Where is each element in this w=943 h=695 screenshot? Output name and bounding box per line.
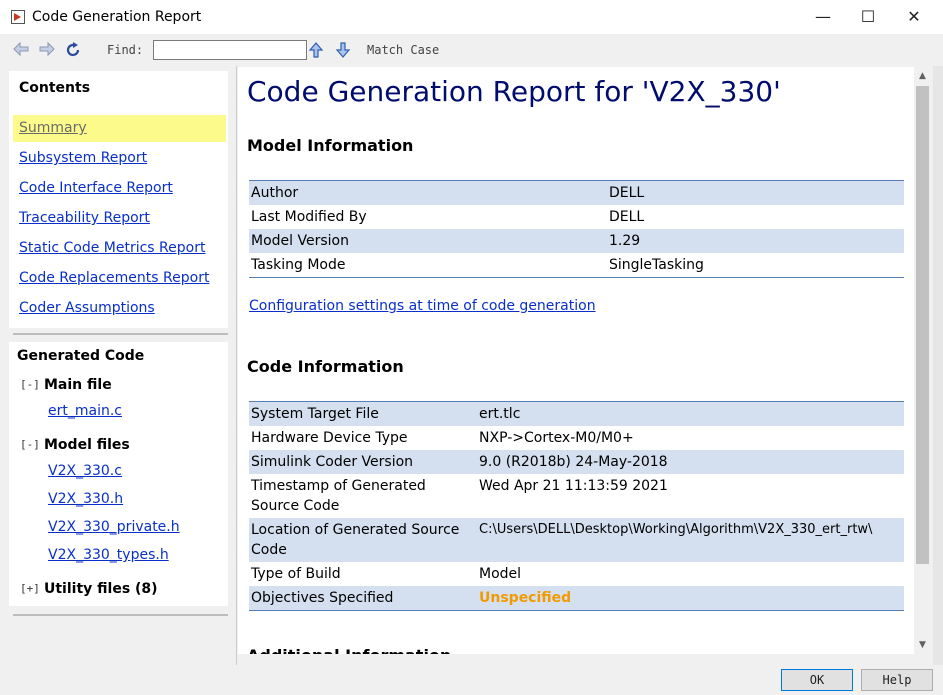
file-link[interactable]: V2X_330.h	[48, 491, 123, 507]
divider	[13, 333, 228, 335]
report-title: Code Generation Report for 'V2X_330'	[247, 75, 781, 108]
file-link[interactable]: V2X_330.c	[48, 463, 122, 479]
code-information-table: System Target File ert.tlc Hardware Devi…	[249, 401, 904, 611]
additional-information-heading: Additional Information	[247, 648, 451, 654]
scrollbar-thumb[interactable]	[916, 86, 929, 564]
table-cell: 1.29	[607, 229, 904, 253]
model-files-toggle[interactable]: [-]	[20, 438, 40, 451]
table-cell: 9.0 (R2018b) 24-May-2018	[477, 450, 904, 474]
generated-code-heading: Generated Code	[17, 348, 145, 364]
table-cell: Wed Apr 21 11:13:59 2021	[479, 478, 668, 494]
table-cell: Model	[479, 566, 522, 582]
table-row: Tasking Mode SingleTasking	[249, 253, 904, 278]
contents-heading: Contents	[19, 80, 91, 96]
table-cell: System Target File	[249, 401, 477, 426]
scroll-down-icon[interactable]: ▼	[914, 637, 931, 654]
table-cell: Author	[249, 180, 607, 205]
back-icon[interactable]	[11, 41, 31, 59]
table-cell: DELL	[609, 209, 645, 225]
table-row: Objectives Specified Unspecified	[249, 586, 904, 611]
help-button[interactable]: Help	[861, 669, 933, 691]
app-icon	[11, 10, 25, 24]
table-cell: NXP->Cortex-M0/M0+	[479, 430, 634, 446]
nav-summary[interactable]: Summary	[19, 120, 87, 136]
utility-files-toggle[interactable]: [+]	[20, 582, 40, 595]
table-cell: DELL	[607, 180, 904, 205]
match-case-toggle[interactable]: Match Case	[367, 43, 439, 57]
file-link[interactable]: V2X_330_types.h	[48, 547, 169, 563]
table-row: Hardware Device Type NXP->Cortex-M0/M0+	[249, 426, 904, 450]
title-bar: Code Generation Report — ☐ ✕	[0, 0, 943, 34]
objectives-status: Unspecified	[477, 586, 904, 611]
table-cell: Location of Generated Source Code	[249, 518, 477, 562]
table-cell: C:\Users\DELL\Desktop\Working\Algorithm\…	[477, 518, 904, 562]
utility-files-group: Utility files (8)	[44, 581, 158, 597]
forward-icon[interactable]	[37, 41, 57, 59]
main-file-toggle[interactable]: [-]	[20, 378, 40, 391]
file-link[interactable]: ert_main.c	[48, 403, 122, 419]
find-previous-icon[interactable]	[306, 41, 326, 59]
find-next-icon[interactable]	[333, 41, 353, 59]
main-file-group: Main file	[44, 377, 112, 393]
configuration-settings-link[interactable]: Configuration settings at time of code g…	[249, 298, 596, 314]
table-cell: Tasking Mode	[251, 257, 346, 273]
divider	[13, 614, 228, 616]
nav-coder-assumptions[interactable]: Coder Assumptions	[19, 300, 155, 316]
refresh-icon[interactable]	[63, 41, 83, 59]
close-button[interactable]: ✕	[891, 0, 937, 34]
model-files-group: Model files	[44, 437, 130, 453]
table-cell: Hardware Device Type	[251, 430, 408, 446]
window-edge	[933, 66, 943, 666]
nav-code-interface-report[interactable]: Code Interface Report	[19, 180, 173, 196]
model-information-heading: Model Information	[247, 136, 414, 155]
nav-code-replacements-report[interactable]: Code Replacements Report	[19, 270, 209, 286]
table-row: Timestamp of Generated Source Code Wed A…	[249, 474, 904, 518]
table-cell: Type of Build	[251, 566, 341, 582]
ok-button[interactable]: OK	[781, 669, 853, 691]
find-label: Find:	[107, 43, 144, 57]
table-row: System Target File ert.tlc	[249, 401, 904, 426]
nav-traceability-report[interactable]: Traceability Report	[19, 210, 150, 226]
table-cell: ert.tlc	[477, 401, 904, 426]
table-row: Simulink Coder Version 9.0 (R2018b) 24-M…	[249, 450, 904, 474]
find-input[interactable]	[153, 40, 307, 60]
table-row: Model Version 1.29	[249, 229, 904, 253]
minimize-button[interactable]: —	[800, 0, 846, 34]
contents-panel	[9, 71, 228, 328]
scroll-up-icon[interactable]: ▲	[914, 68, 931, 85]
nav-static-code-metrics-report[interactable]: Static Code Metrics Report	[19, 240, 205, 256]
nav-subsystem-report[interactable]: Subsystem Report	[19, 150, 147, 166]
file-link[interactable]: V2X_330_private.h	[48, 519, 180, 535]
table-cell: Last Modified By	[251, 209, 367, 225]
window-title: Code Generation Report	[32, 9, 202, 25]
table-cell: Simulink Coder Version	[249, 450, 477, 474]
table-row: Location of Generated Source Code C:\Use…	[249, 518, 904, 562]
table-cell: SingleTasking	[609, 257, 704, 273]
model-information-table: Author DELL Last Modified By DELL Model …	[249, 180, 904, 278]
table-row: Last Modified By DELL	[249, 205, 904, 229]
table-row: Author DELL	[249, 180, 904, 205]
code-information-heading: Code Information	[247, 357, 404, 376]
table-cell: Objectives Specified	[249, 586, 477, 611]
table-cell: Model Version	[249, 229, 607, 253]
maximize-button[interactable]: ☐	[845, 0, 891, 34]
table-row: Type of Build Model	[249, 562, 904, 586]
table-cell: Timestamp of Generated Source Code	[251, 478, 426, 514]
